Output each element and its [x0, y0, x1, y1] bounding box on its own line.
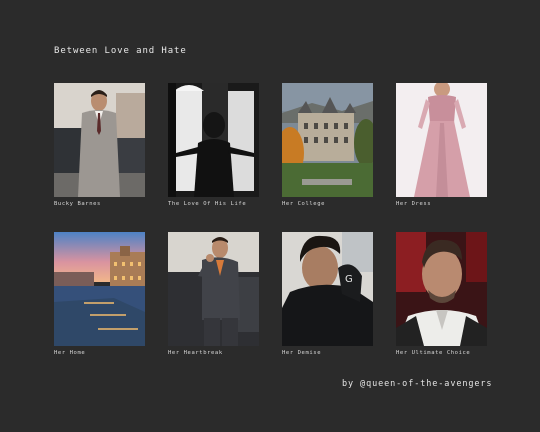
tile-bucky-barnes: Bucky Barnes — [54, 83, 145, 207]
tile-her-demise: G Her Demise — [282, 232, 373, 356]
man-in-grey-suit-photo — [54, 83, 145, 197]
tile-caption: Her Home — [54, 350, 86, 356]
moodboard-grid: Bucky Barnes The Love Of His Life Her Co… — [0, 0, 540, 432]
tile-her-college: Her College — [282, 83, 373, 207]
svg-text:G: G — [345, 274, 353, 285]
tile-caption: Her College — [282, 201, 326, 207]
woman-silhouette-window-photo — [168, 83, 259, 197]
tile-caption: Her Dress — [396, 201, 432, 207]
tile-her-heartbreak: Her Heartbreak — [168, 232, 259, 356]
tile-caption: Her Demise — [282, 350, 322, 356]
tile-her-ultimate-choice: Her Ultimate Choice — [396, 232, 487, 356]
tile-her-dress: Her Dress — [396, 83, 487, 207]
tile-caption: Bucky Barnes — [54, 201, 101, 207]
tile-caption: The Love Of His Life — [168, 201, 247, 207]
young-man-black-hoodie-photo: G — [282, 232, 373, 346]
man-white-shirt-closeup-photo — [396, 232, 487, 346]
pink-gown-photo — [396, 83, 487, 197]
tile-love-of-his-life: The Love Of His Life — [168, 83, 259, 207]
tile-caption: Her Heartbreak — [168, 350, 223, 356]
man-in-suit-smoking-photo — [168, 232, 259, 346]
tile-caption: Her Ultimate Choice — [396, 350, 471, 356]
college-campus-autumn-photo — [282, 83, 373, 197]
tile-her-home: Her Home — [54, 232, 145, 356]
author-credit: by @queen-of-the-avengers — [342, 379, 493, 389]
venice-canal-dusk-photo — [54, 232, 145, 346]
